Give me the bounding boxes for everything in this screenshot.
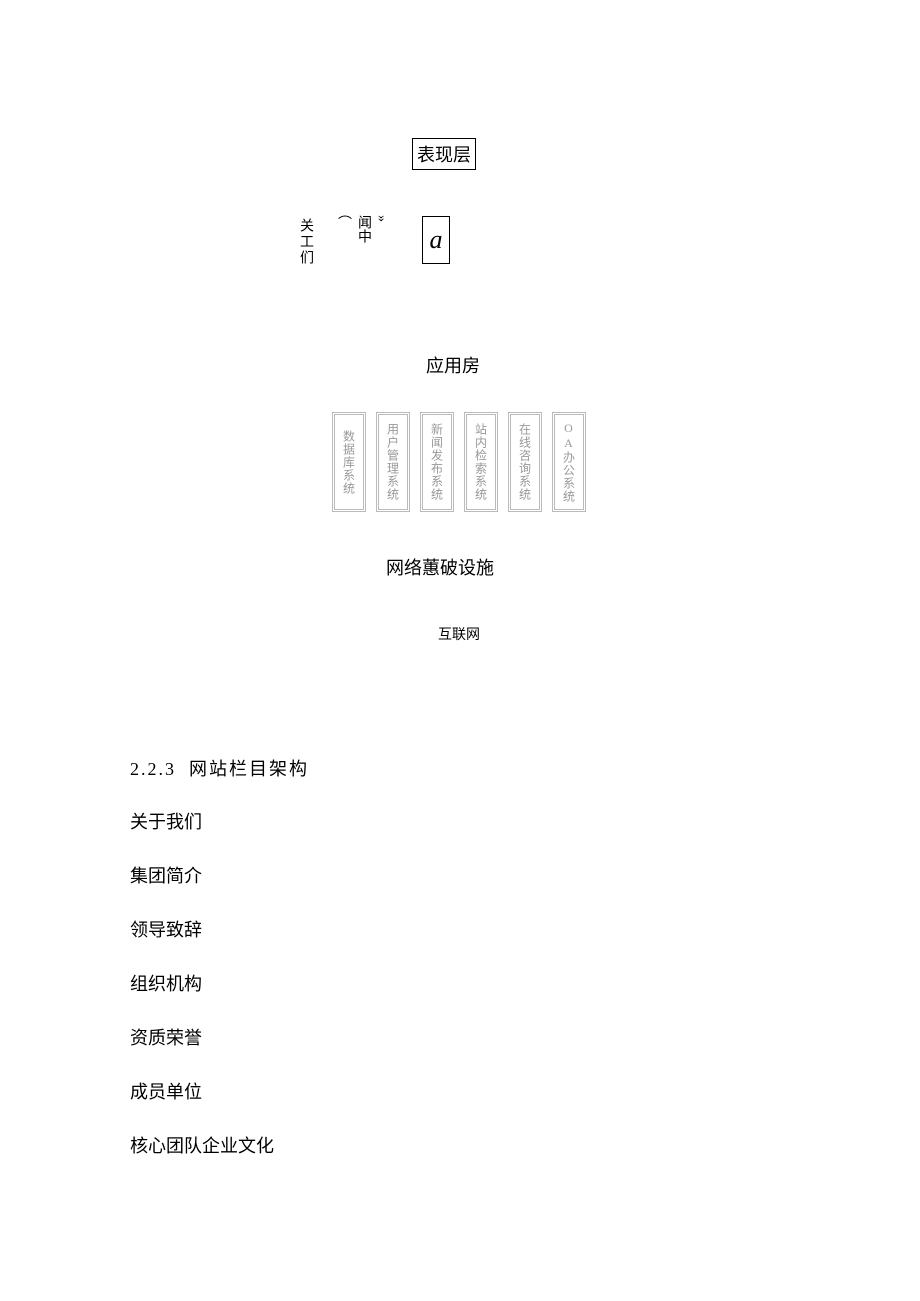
presentation-box-a: a: [422, 216, 450, 264]
list-item: 核心团队企业文化: [130, 1132, 274, 1158]
app-box-oa: OA办公系统: [552, 412, 586, 512]
list-item: 集团简介: [130, 862, 202, 888]
pres-col2-top: »: [374, 215, 389, 222]
pres-col2-mid: 闻中: [356, 215, 371, 243]
app-box-user-mgmt: 用户管理系统: [376, 412, 410, 512]
application-boxes-container: 数据库系统 用户管理系统 新闻发布系统 站内检索系统 在线咨询系统 OA办公系统: [332, 412, 586, 512]
list-item: 资质荣誉: [130, 1024, 202, 1050]
application-layer-label: 应用房: [426, 352, 480, 378]
internet-label: 互联网: [438, 624, 480, 644]
presentation-col-2: » 闻中 ⌒: [333, 215, 389, 270]
app-box-consult: 在线咨询系统: [508, 412, 542, 512]
section-heading: 2.2.3 网站栏目架构: [130, 755, 309, 781]
list-item: 关于我们: [130, 808, 202, 834]
app-box-news: 新闻发布系统: [420, 412, 454, 512]
list-item: 领导致辞: [130, 916, 202, 942]
presentation-layer-label: 表现层: [412, 138, 476, 170]
app-box-search: 站内检索系统: [464, 412, 498, 512]
pres-col2-bottom: ⌒: [336, 215, 351, 229]
app-box-database: 数据库系统: [332, 412, 366, 512]
section-number: 2.2.3: [130, 759, 176, 779]
network-infra-label: 网络蕙破设施: [386, 554, 494, 580]
presentation-col-1: 关工们: [295, 218, 315, 268]
list-item: 成员单位: [130, 1078, 202, 1104]
list-item: 组织机构: [130, 970, 202, 996]
section-title: 网站栏目架构: [189, 759, 309, 779]
